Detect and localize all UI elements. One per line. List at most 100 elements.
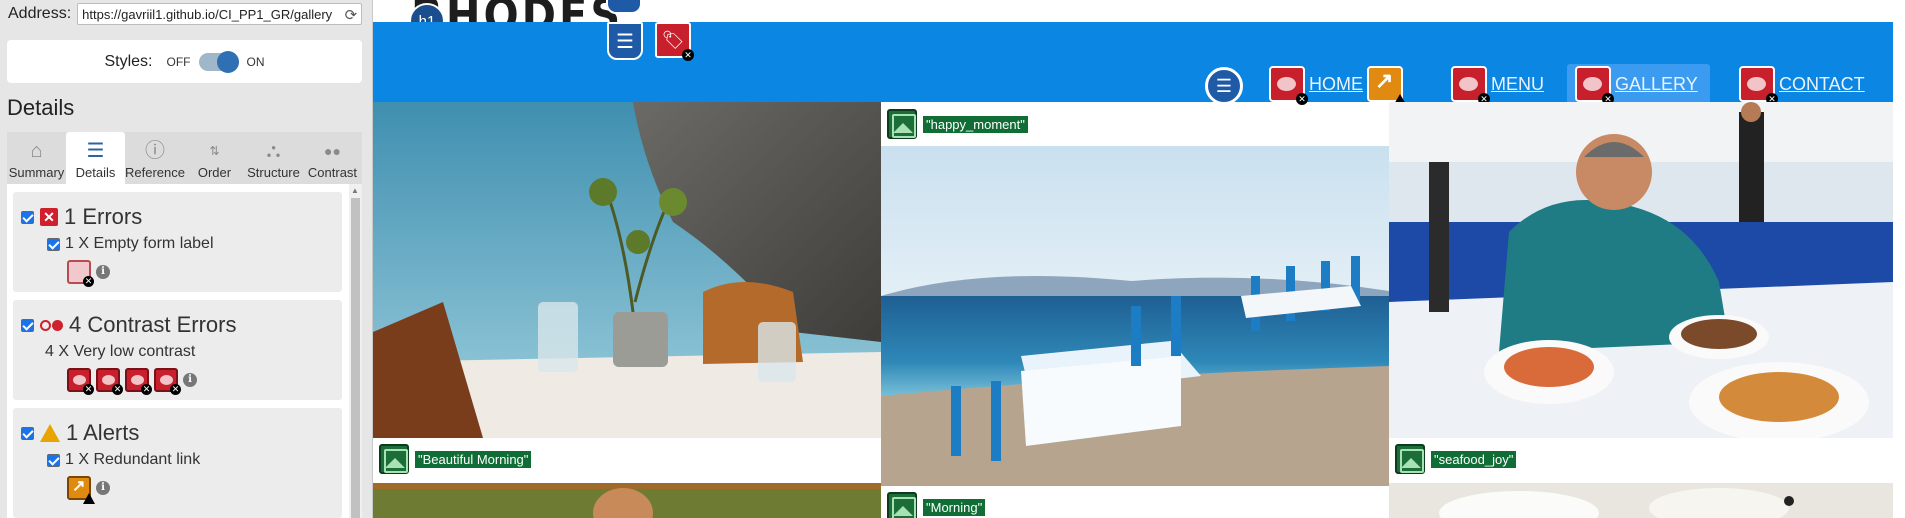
contrast-error-icon[interactable]: ✕ [96, 368, 123, 395]
image-alt-icon[interactable] [887, 492, 917, 518]
refresh-icon[interactable]: ⟳ [342, 6, 358, 24]
image-alt-icon[interactable] [887, 109, 917, 139]
alert-icon [40, 424, 60, 442]
caption-happy-moment: "happy_moment" [887, 108, 1028, 140]
photo-table-image [373, 102, 881, 438]
errors-item-checkbox[interactable] [47, 237, 60, 251]
tab-contrast[interactable]: ●● Contrast [303, 132, 362, 184]
tab-details[interactable]: ☰ Details [66, 132, 125, 184]
redundant-link-icon[interactable] [67, 476, 95, 504]
scrollbar[interactable]: ▲ [349, 184, 362, 518]
info-icon[interactable]: i [96, 481, 110, 495]
wave-panel: Address: https://gavriil1.github.io/CI_P… [0, 0, 373, 518]
scroll-up-icon[interactable]: ▲ [351, 186, 359, 195]
contrast-error-icon[interactable]: ✕ [67, 368, 94, 395]
panel-tabs: ⌂ Summary ☰ Details ⓘ Reference ⇅ Order … [7, 132, 362, 184]
nav-menu[interactable]: ✕ MENU [1451, 64, 1544, 105]
list-icon: ☰ [86, 140, 105, 162]
details-list: ✕ 1 Errors 1 X Empty form label ✕ i 4 Co… [7, 184, 362, 518]
navbar: ☰ 🏷✕ ☰ ✕ HOME ✕ MENU ✕ GALLERY ✕ CONTACT [373, 22, 1893, 106]
missing-label-icon[interactable]: 🏷 ✕ [655, 22, 694, 61]
nav-gallery-link[interactable]: GALLERY [1615, 74, 1698, 95]
contrast-error-icon[interactable]: ✕ [154, 368, 181, 395]
errors-item: 1 X Empty form label [47, 235, 214, 253]
errors-header: ✕ 1 Errors [21, 204, 142, 230]
info-icon[interactable]: i [183, 373, 197, 387]
details-heading: Details [7, 95, 75, 120]
nav-contact[interactable]: ✕ CONTACT [1739, 64, 1865, 105]
nav-menu-link[interactable]: MENU [1491, 74, 1544, 95]
caption-text: "happy_moment" [923, 115, 1028, 133]
contrast-item-label: 4 X Very low contrast [45, 343, 196, 360]
photo-dishes-image [1389, 483, 1893, 518]
alerts-item-checkbox[interactable] [47, 453, 60, 467]
caption-beautiful-morning: "Beautiful Morning" [379, 443, 532, 475]
error-icon: ✕ [40, 208, 58, 226]
errors-checkbox[interactable] [21, 210, 34, 224]
image-alt-icon[interactable] [1395, 444, 1425, 474]
alerts-title: 1 Alerts [66, 420, 140, 445]
errors-card: ✕ 1 Errors 1 X Empty form label ✕ i [13, 192, 342, 292]
photo-beach-image [881, 146, 1389, 486]
contrast-card: 4 Contrast Errors 4 X Very low contrast … [13, 300, 342, 400]
tab-order[interactable]: ⇅ Order [185, 132, 244, 184]
address-input[interactable]: https://gavriil1.github.io/CI_PP1_GR/gal… [77, 3, 363, 25]
info-icon[interactable]: i [96, 265, 110, 279]
tab-summary[interactable]: ⌂ Summary [7, 132, 66, 184]
alerts-header: 1 Alerts [21, 420, 139, 446]
tab-label: Order [197, 165, 232, 180]
home-icon: ⌂ [30, 140, 43, 162]
alerts-card: 1 Alerts 1 X Redundant link i [13, 408, 342, 518]
list-badge-icon[interactable]: ☰ [607, 22, 643, 60]
caption-text: "Morning" [923, 498, 986, 516]
contrast-checkbox[interactable] [21, 318, 34, 332]
nav-home[interactable]: ✕ HOME [1269, 64, 1407, 106]
address-bar: Address: https://gavriil1.github.io/CI_P… [8, 2, 363, 26]
alerts-item-label: 1 X Redundant link [65, 451, 201, 468]
contrast-error-icon: ✕ [1451, 66, 1490, 105]
caption-morning: "Morning" [887, 491, 986, 518]
styles-toggle-box: Styles: OFF ON [7, 40, 362, 83]
caption-text: "seafood_joy" [1431, 450, 1517, 468]
alerts-item: 1 X Redundant link [47, 451, 200, 469]
photo-seafood-image [1389, 102, 1893, 438]
contrast-error-icon [40, 319, 63, 331]
nav-list-icon[interactable]: ☰ [1205, 67, 1243, 105]
contrast-title: 4 Contrast Errors [69, 312, 237, 337]
tab-label: Contrast [307, 165, 358, 180]
redundant-link-icon [1367, 66, 1407, 106]
styles-label: Styles: [104, 52, 153, 70]
list-badge-icon[interactable] [606, 0, 642, 14]
image-alt-icon[interactable] [379, 444, 409, 474]
errors-title: 1 Errors [64, 204, 143, 229]
alerts-checkbox[interactable] [21, 426, 34, 440]
contrast-error-icon[interactable]: ✕ [125, 368, 152, 395]
gallery-photo-garden[interactable] [373, 483, 881, 518]
structure-icon: ⛬ [266, 140, 281, 162]
gallery-photo-seafood[interactable] [1389, 102, 1893, 438]
contrast-error-icon: ✕ [1575, 66, 1614, 105]
nav-contact-link[interactable]: CONTACT [1779, 74, 1865, 95]
toggle-knob [216, 50, 239, 73]
errors-icons: ✕ i [67, 260, 110, 287]
styles-toggle[interactable] [198, 50, 239, 73]
gallery-photo-dishes[interactable] [1389, 483, 1893, 518]
scrollbar-thumb[interactable] [351, 198, 360, 518]
errors-item-label: 1 X Empty form label [65, 235, 214, 252]
gallery-photo-beach[interactable] [881, 146, 1389, 486]
gallery-photo-table[interactable] [373, 102, 881, 438]
caption-text: "Beautiful Morning" [415, 450, 532, 468]
tab-structure[interactable]: ⛬ Structure [244, 132, 303, 184]
contrast-item: 4 X Very low contrast [45, 343, 195, 361]
nav-home-link[interactable]: HOME [1309, 74, 1363, 95]
address-value: https://gavriil1.github.io/CI_PP1_GR/gal… [82, 6, 333, 22]
photo-garden-image [373, 483, 881, 518]
tab-label: Structure [247, 165, 300, 180]
site-viewport: RHODES h1 ☰ 🏷✕ ☰ ✕ HOME ✕ MENU ✕ GALLERY… [373, 0, 1905, 518]
caption-seafood-joy: "seafood_joy" [1395, 443, 1517, 475]
tab-reference[interactable]: ⓘ Reference [125, 132, 185, 184]
tab-label: Summary [8, 165, 65, 180]
empty-form-label-icon[interactable]: ✕ [67, 260, 94, 287]
nav-gallery[interactable]: ✕ GALLERY [1567, 64, 1710, 105]
contrast-error-icon: ✕ [1739, 66, 1778, 105]
